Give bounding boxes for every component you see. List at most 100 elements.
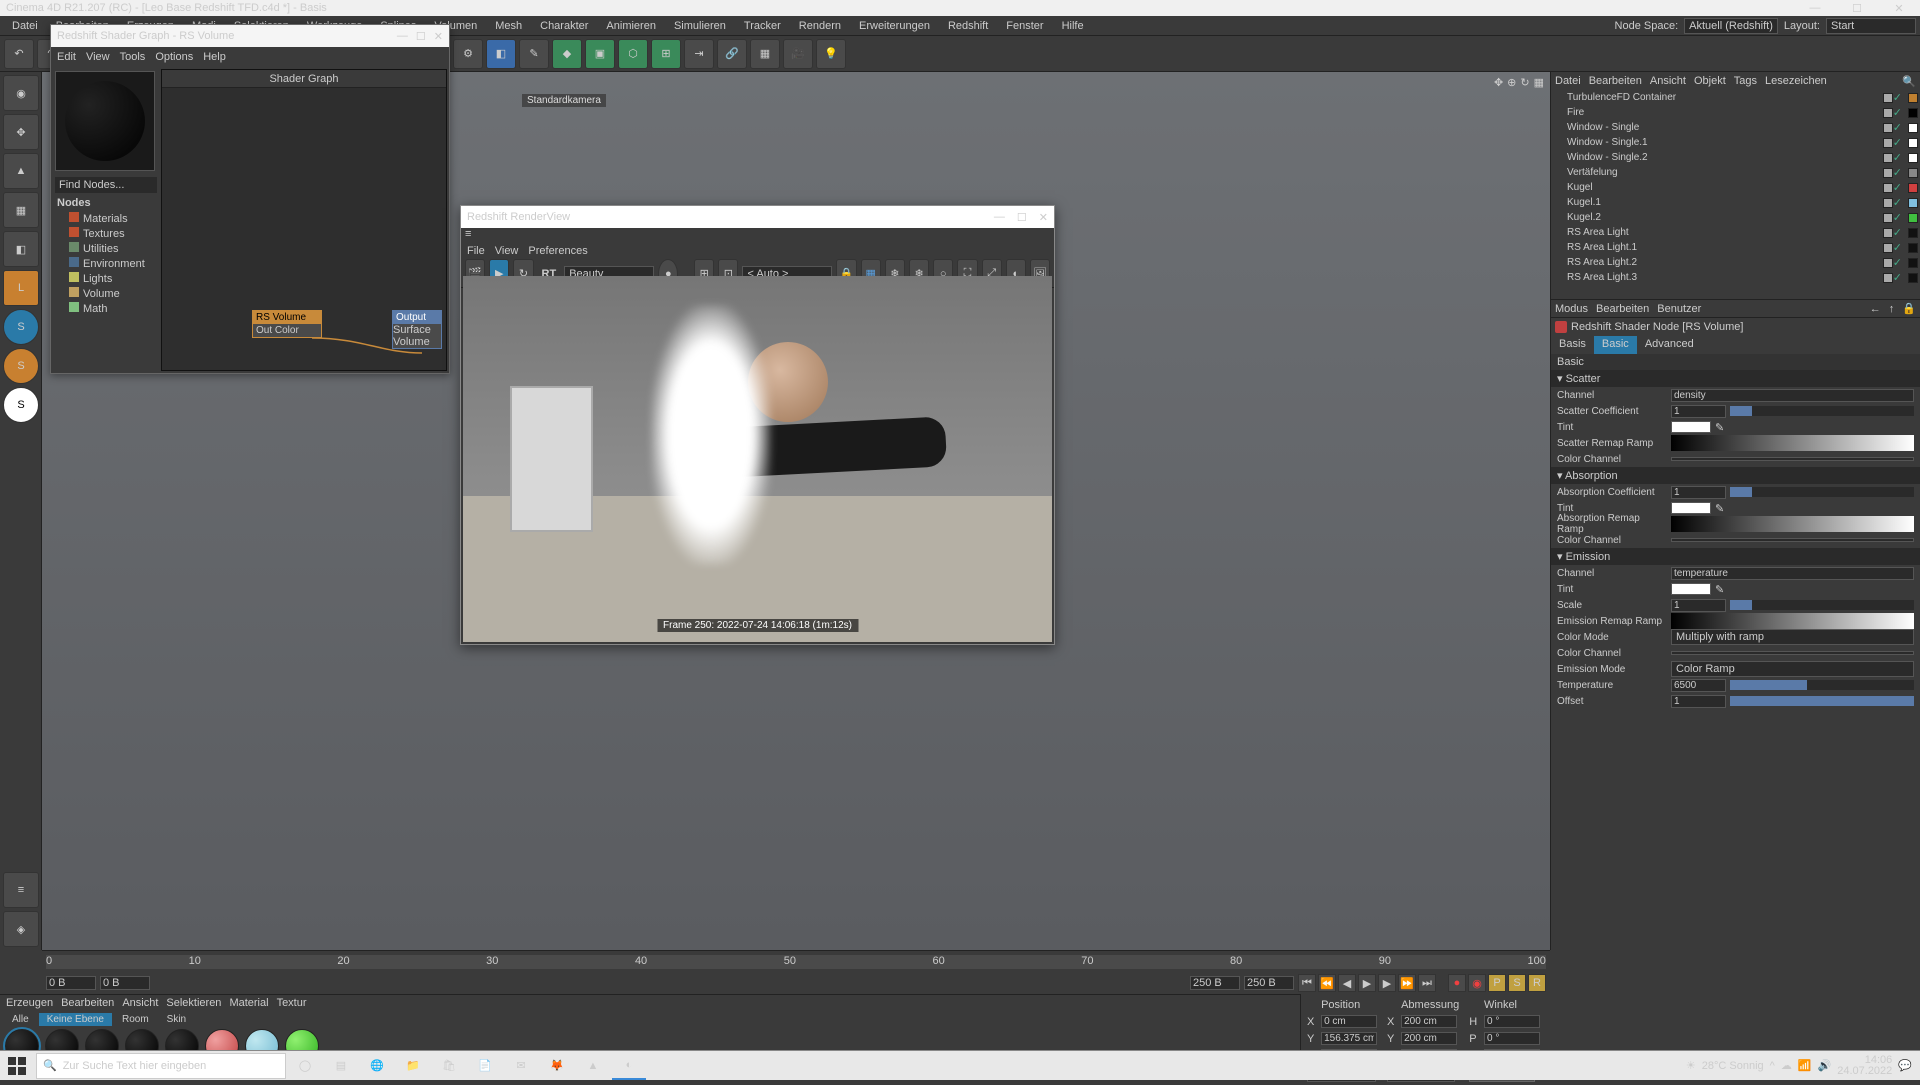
menu-item[interactable]: Bearbeiten [1596, 303, 1649, 315]
offset-slider[interactable] [1730, 696, 1914, 706]
eyedropper-icon[interactable]: ✎ [1715, 583, 1724, 596]
link-icon[interactable]: 🔗 [717, 39, 747, 69]
tree-item[interactable]: Environment [53, 256, 159, 271]
menu-item[interactable]: Fenster [998, 18, 1051, 34]
menu-item[interactable]: Animieren [598, 18, 664, 34]
minimize-icon[interactable]: — [397, 30, 408, 43]
step-fwd-icon[interactable]: ▶ [1378, 974, 1396, 992]
menu-item[interactable]: Rendern [791, 18, 849, 34]
menu-item[interactable]: Hilfe [1054, 18, 1092, 34]
layer-icon[interactable]: ≡ [3, 872, 39, 908]
minimize-icon[interactable]: — [994, 211, 1005, 224]
explorer-icon[interactable]: 📁 [396, 1052, 430, 1080]
em-ramp[interactable] [1671, 613, 1914, 629]
wifi-icon[interactable]: 📶 [1798, 1059, 1812, 1072]
tab-advanced[interactable]: Advanced [1637, 336, 1702, 354]
snap-icon[interactable]: S [3, 309, 39, 345]
view-zoom-icon[interactable]: ⊕ [1507, 76, 1516, 89]
menu-item[interactable]: Tracker [736, 18, 789, 34]
abs-coef-input[interactable] [1671, 486, 1726, 499]
key-rot-icon[interactable]: R [1528, 974, 1546, 992]
node-space-select[interactable]: Aktuell (Redshift) [1684, 18, 1778, 34]
menu-item[interactable]: Mesh [487, 18, 530, 34]
menu-item[interactable]: View [495, 245, 519, 257]
temperature-slider[interactable] [1730, 680, 1914, 690]
menu-item[interactable]: File [467, 245, 485, 257]
menu-item[interactable]: Charakter [532, 18, 596, 34]
step-back-icon[interactable]: ◀ [1338, 974, 1356, 992]
menu-item[interactable]: Lesezeichen [1765, 75, 1827, 87]
tree-item[interactable]: Lights [53, 271, 159, 286]
menu-item[interactable]: Objekt [1694, 75, 1726, 87]
object-row[interactable]: Window - Single✓ [1551, 120, 1920, 135]
timeline[interactable]: 0102030405060708090100 [42, 950, 1550, 972]
object-row[interactable]: Fire✓ [1551, 105, 1920, 120]
menu-item[interactable]: Benutzer [1657, 303, 1701, 315]
object-row[interactable]: RS Area Light.3✓ [1551, 270, 1920, 285]
output-node[interactable]: Output Surface Volume [392, 310, 442, 349]
object-row[interactable]: Window - Single.2✓ [1551, 150, 1920, 165]
maximize-icon[interactable]: ☐ [416, 30, 426, 43]
live-select-icon[interactable]: ◉ [3, 75, 39, 111]
hamburger-icon[interactable]: ≡ [465, 228, 471, 240]
autokey-icon[interactable]: ◉ [1468, 974, 1486, 992]
menu-item[interactable]: Selektieren [166, 997, 221, 1009]
chevron-up-icon[interactable]: ^ [1770, 1060, 1775, 1072]
em-tint-swatch[interactable] [1671, 583, 1711, 595]
abs-ramp[interactable] [1671, 516, 1914, 532]
object-row[interactable]: RS Area Light.2✓ [1551, 255, 1920, 270]
store-icon[interactable]: 🛍 [432, 1052, 466, 1080]
close-icon[interactable]: ✕ [434, 30, 443, 43]
layout-select[interactable]: Start [1826, 18, 1916, 34]
abs-tint-swatch[interactable] [1671, 502, 1711, 514]
view-pan-icon[interactable]: ✥ [1494, 76, 1503, 89]
nav-up-icon[interactable]: ↑ [1889, 303, 1895, 315]
record-icon[interactable]: ● [1448, 974, 1466, 992]
volume-icon[interactable]: 🔊 [1818, 1059, 1832, 1072]
goto-end-icon[interactable]: ⏭ [1418, 974, 1436, 992]
menu-item[interactable]: Bearbeiten [61, 997, 114, 1009]
object-row[interactable]: RS Area Light.1✓ [1551, 240, 1920, 255]
close-icon[interactable]: ✕ [1039, 211, 1048, 224]
play-icon[interactable]: ▶ [1358, 974, 1376, 992]
firefox-icon[interactable]: 🦊 [540, 1052, 574, 1080]
rs-volume-node[interactable]: RS Volume Out Color [252, 310, 322, 338]
menu-item[interactable]: Redshift [940, 18, 996, 34]
shader-graph-window[interactable]: Redshift Shader Graph - RS Volume —☐✕ Ed… [50, 24, 450, 374]
vlc-icon[interactable]: ▲ [576, 1052, 610, 1080]
deformer-icon[interactable]: ▣ [585, 39, 615, 69]
menu-item[interactable]: Options [155, 51, 193, 63]
minimize-icon[interactable]: — [1800, 2, 1830, 15]
eyedropper-icon[interactable]: ✎ [1715, 502, 1724, 515]
temperature-input[interactable] [1671, 679, 1726, 692]
tab-basic[interactable]: Basic [1594, 336, 1637, 354]
tag-icon[interactable]: ⇥ [684, 39, 714, 69]
renderview-window[interactable]: Redshift RenderView —☐✕ ≡ File View Pref… [460, 205, 1055, 645]
generator-icon[interactable]: ◆ [552, 39, 582, 69]
object-row[interactable]: Kugel✓ [1551, 180, 1920, 195]
model-icon[interactable]: ▲ [3, 153, 39, 189]
menu-item[interactable]: Tools [120, 51, 146, 63]
scatter-coef-slider[interactable] [1730, 406, 1914, 416]
cortana-icon[interactable]: ◯ [288, 1052, 322, 1080]
undo-button[interactable]: ↶ [4, 39, 34, 69]
menu-item[interactable]: Preferences [528, 245, 587, 257]
menu-item[interactable]: Simulieren [666, 18, 734, 34]
close-icon[interactable]: ✕ [1884, 2, 1914, 15]
render-icon[interactable]: ▦ [750, 39, 780, 69]
quantize-icon[interactable]: S [3, 387, 39, 423]
menu-item[interactable]: Erzeugen [6, 997, 53, 1009]
c4d-icon[interactable]: ◐ [612, 1052, 646, 1080]
abs-coef-slider[interactable] [1730, 487, 1914, 497]
em-mode-select[interactable]: Color Ramp [1671, 661, 1914, 677]
light-icon[interactable]: 💡 [816, 39, 846, 69]
next-key-icon[interactable]: ⏩ [1398, 974, 1416, 992]
field-icon[interactable]: ⬡ [618, 39, 648, 69]
menu-item[interactable]: Tags [1734, 75, 1757, 87]
mail-icon[interactable]: ✉ [504, 1052, 538, 1080]
onedrive-icon[interactable]: ☁ [1781, 1059, 1792, 1072]
taskview-icon[interactable]: ▤ [324, 1052, 358, 1080]
menu-item[interactable]: Modus [1555, 303, 1588, 315]
gear-icon[interactable]: ⚙ [453, 39, 483, 69]
object-row[interactable]: Vertäfelung✓ [1551, 165, 1920, 180]
